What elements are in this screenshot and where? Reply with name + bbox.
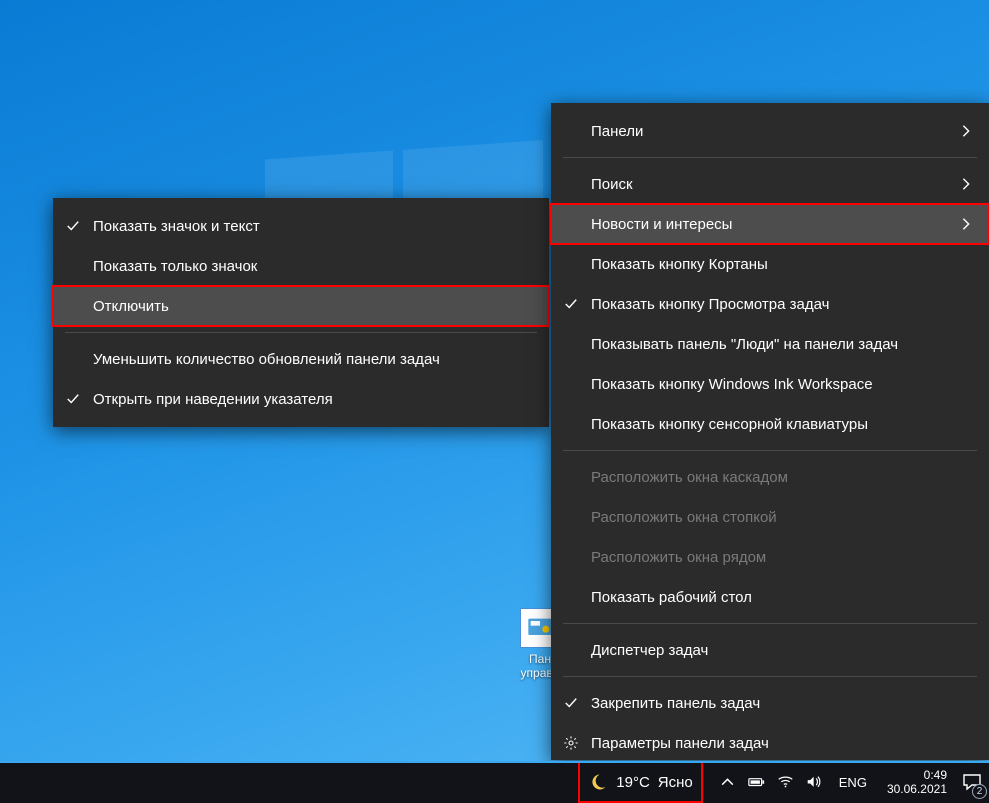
- menu-item-label: Новости и интересы: [591, 216, 949, 233]
- check-icon: [53, 219, 93, 233]
- submenu-item-open-on-hover[interactable]: Открыть при наведении указателя: [53, 379, 549, 419]
- menu-item-label: Расположить окна рядом: [591, 549, 973, 566]
- battery-icon[interactable]: [748, 774, 765, 791]
- submenu-item-turn-off[interactable]: Отключить: [53, 286, 549, 326]
- taskbar-weather-widget[interactable]: 19°C Ясно: [578, 761, 702, 803]
- submenu-item-show-icon-only[interactable]: Показать только значок: [53, 246, 549, 286]
- check-icon: [551, 297, 591, 311]
- menu-item-taskbar-settings[interactable]: Параметры панели задач: [551, 723, 989, 763]
- language-indicator[interactable]: ENG: [835, 775, 871, 790]
- chevron-right-icon: [949, 217, 973, 231]
- menu-item-label: Уменьшить количество обновлений панели з…: [93, 351, 533, 368]
- menu-item-cascade-windows: Расположить окна каскадом: [551, 457, 989, 497]
- menu-item-label: Показать кнопку Просмотра задач: [591, 296, 973, 313]
- volume-icon[interactable]: [806, 774, 823, 791]
- menu-item-show-touch-keyboard[interactable]: Показать кнопку сенсорной клавиатуры: [551, 404, 989, 444]
- menu-separator: [563, 450, 977, 451]
- clock-date: 30.06.2021: [887, 782, 947, 796]
- menu-item-label: Показывать панель "Люди" на панели задач: [591, 336, 973, 353]
- menu-item-show-ink-workspace[interactable]: Показать кнопку Windows Ink Workspace: [551, 364, 989, 404]
- menu-item-label: Показать значок и текст: [93, 218, 533, 235]
- check-icon: [53, 392, 93, 406]
- gear-icon: [551, 735, 591, 751]
- menu-item-label: Показать кнопку Кортаны: [591, 256, 973, 273]
- submenu-item-show-icon-and-text[interactable]: Показать значок и текст: [53, 206, 549, 246]
- menu-item-stack-windows: Расположить окна стопкой: [551, 497, 989, 537]
- menu-item-toolbars[interactable]: Панели: [551, 111, 989, 151]
- system-tray: ENG: [703, 761, 879, 803]
- wifi-icon[interactable]: [777, 774, 794, 791]
- menu-item-side-by-side: Расположить окна рядом: [551, 537, 989, 577]
- menu-item-show-cortana-button[interactable]: Показать кнопку Кортаны: [551, 244, 989, 284]
- menu-item-label: Диспетчер задач: [591, 642, 973, 659]
- menu-item-label: Показать кнопку Windows Ink Workspace: [591, 376, 973, 393]
- submenu-item-reduce-updates[interactable]: Уменьшить количество обновлений панели з…: [53, 339, 549, 379]
- taskbar: 19°C Ясно ENG 0:49 30.06.2021 2: [0, 761, 989, 803]
- weather-temperature: 19°C: [616, 774, 650, 791]
- menu-item-label: Показать рабочий стол: [591, 589, 973, 606]
- menu-item-show-desktop[interactable]: Показать рабочий стол: [551, 577, 989, 617]
- taskbar-clock[interactable]: 0:49 30.06.2021: [879, 768, 955, 796]
- menu-item-label: Показать кнопку сенсорной клавиатуры: [591, 416, 973, 433]
- moon-icon: [588, 772, 608, 792]
- menu-item-label: Расположить окна каскадом: [591, 469, 973, 486]
- menu-item-lock-taskbar[interactable]: Закрепить панель задач: [551, 683, 989, 723]
- menu-item-label: Расположить окна стопкой: [591, 509, 973, 526]
- menu-item-label: Параметры панели задач: [591, 735, 973, 752]
- menu-item-show-task-view-button[interactable]: Показать кнопку Просмотра задач: [551, 284, 989, 324]
- menu-item-search[interactable]: Поиск: [551, 164, 989, 204]
- news-interests-submenu: Показать значок и текст Показать только …: [53, 198, 549, 427]
- menu-item-label: Отключить: [93, 298, 533, 315]
- menu-separator: [563, 623, 977, 624]
- action-center-button[interactable]: 2: [955, 761, 989, 803]
- menu-separator: [563, 676, 977, 677]
- menu-separator: [65, 332, 537, 333]
- clock-time: 0:49: [924, 768, 947, 782]
- menu-separator: [563, 157, 977, 158]
- chevron-right-icon: [949, 124, 973, 138]
- menu-item-news-and-interests[interactable]: Новости и интересы: [551, 204, 989, 244]
- chevron-right-icon: [949, 177, 973, 191]
- menu-item-label: Закрепить панель задач: [591, 695, 973, 712]
- taskbar-context-menu: Панели Поиск Новости и интересы Показать…: [551, 103, 989, 760]
- menu-item-show-people[interactable]: Показывать панель "Люди" на панели задач: [551, 324, 989, 364]
- menu-item-label: Поиск: [591, 176, 949, 193]
- weather-description: Ясно: [658, 774, 693, 791]
- menu-item-label: Открыть при наведении указателя: [93, 391, 533, 408]
- menu-item-label: Панели: [591, 123, 949, 140]
- menu-item-label: Показать только значок: [93, 258, 533, 275]
- menu-item-task-manager[interactable]: Диспетчер задач: [551, 630, 989, 670]
- check-icon: [551, 696, 591, 710]
- tray-overflow-icon[interactable]: [719, 774, 736, 791]
- notification-badge: 2: [972, 784, 987, 799]
